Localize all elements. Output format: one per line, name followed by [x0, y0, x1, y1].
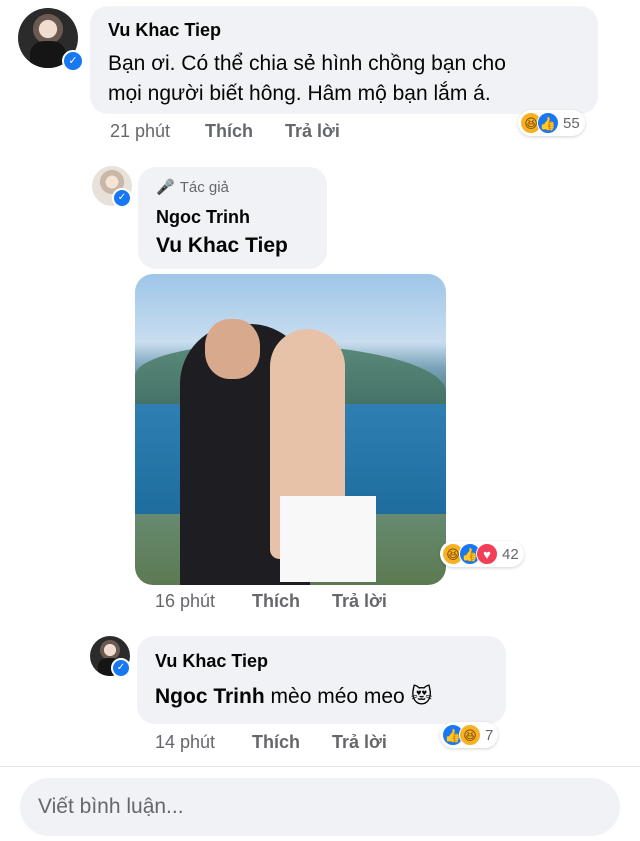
comment-author[interactable]: Vu Khac Tiep: [108, 20, 221, 41]
reaction-count: 42: [502, 545, 519, 563]
haha-reaction-icon: 😆: [459, 724, 481, 746]
comment-photo[interactable]: [135, 274, 446, 585]
mention-link[interactable]: Ngoc Trinh: [155, 685, 265, 708]
reaction-count: 55: [563, 114, 580, 132]
comment-bubble: Vu Khac Tiep Bạn ơi. Có thể chia sẻ hình…: [90, 6, 598, 114]
comment-input-placeholder: Viết bình luận...: [38, 795, 184, 818]
reply-button[interactable]: Trả lời: [285, 121, 340, 141]
comment-time[interactable]: 16 phút: [155, 591, 215, 612]
verified-badge-icon: ✓: [112, 188, 132, 208]
heart-eyes-cat-emoji-icon: 😻: [410, 685, 433, 708]
comment-bubble: Vu Khac Tiep Ngoc Trinh mèo méo meo 😻: [137, 636, 506, 724]
like-button[interactable]: Thích: [205, 121, 253, 141]
reply-button[interactable]: Trả lời: [332, 591, 387, 611]
like-button[interactable]: Thích: [252, 732, 300, 752]
love-reaction-icon: ♥: [476, 543, 498, 565]
author-badge: Tác giả: [179, 178, 229, 196]
reply-button[interactable]: Trả lời: [332, 732, 387, 752]
comment-time[interactable]: 14 phút: [155, 732, 215, 753]
comment-text-line: mọi người biết hông. Hâm mộ bạn lắm á.: [108, 82, 491, 105]
comment-text-line: Bạn ơi. Có thể chia sẻ hình chồng bạn ch…: [108, 52, 506, 75]
reaction-summary[interactable]: 👍 😆 7: [440, 722, 499, 748]
verified-badge-icon: ✓: [111, 658, 131, 678]
comment-time[interactable]: 21 phút: [110, 121, 170, 142]
comment-text: mèo méo meo: [270, 685, 405, 708]
reaction-summary[interactable]: 😆 👍 ♥ 42: [440, 541, 524, 567]
microphone-icon: 🎤: [156, 179, 175, 196]
reaction-count: 7: [485, 726, 494, 744]
comment-bubble: 🎤 Tác giả Ngoc Trinh Vu Khac Tiep: [138, 167, 327, 269]
comment-author[interactable]: Ngoc Trinh: [156, 207, 250, 228]
comment-author[interactable]: Vu Khac Tiep: [155, 651, 268, 672]
comment-input[interactable]: Viết bình luận...: [20, 778, 620, 836]
divider: [0, 766, 640, 767]
like-button[interactable]: Thích: [252, 591, 300, 611]
like-reaction-icon: 👍: [537, 112, 559, 134]
verified-badge-icon: ✓: [62, 50, 84, 72]
reaction-summary[interactable]: 😆 👍 55: [518, 110, 585, 136]
mention-link[interactable]: Vu Khac Tiep: [156, 234, 288, 258]
